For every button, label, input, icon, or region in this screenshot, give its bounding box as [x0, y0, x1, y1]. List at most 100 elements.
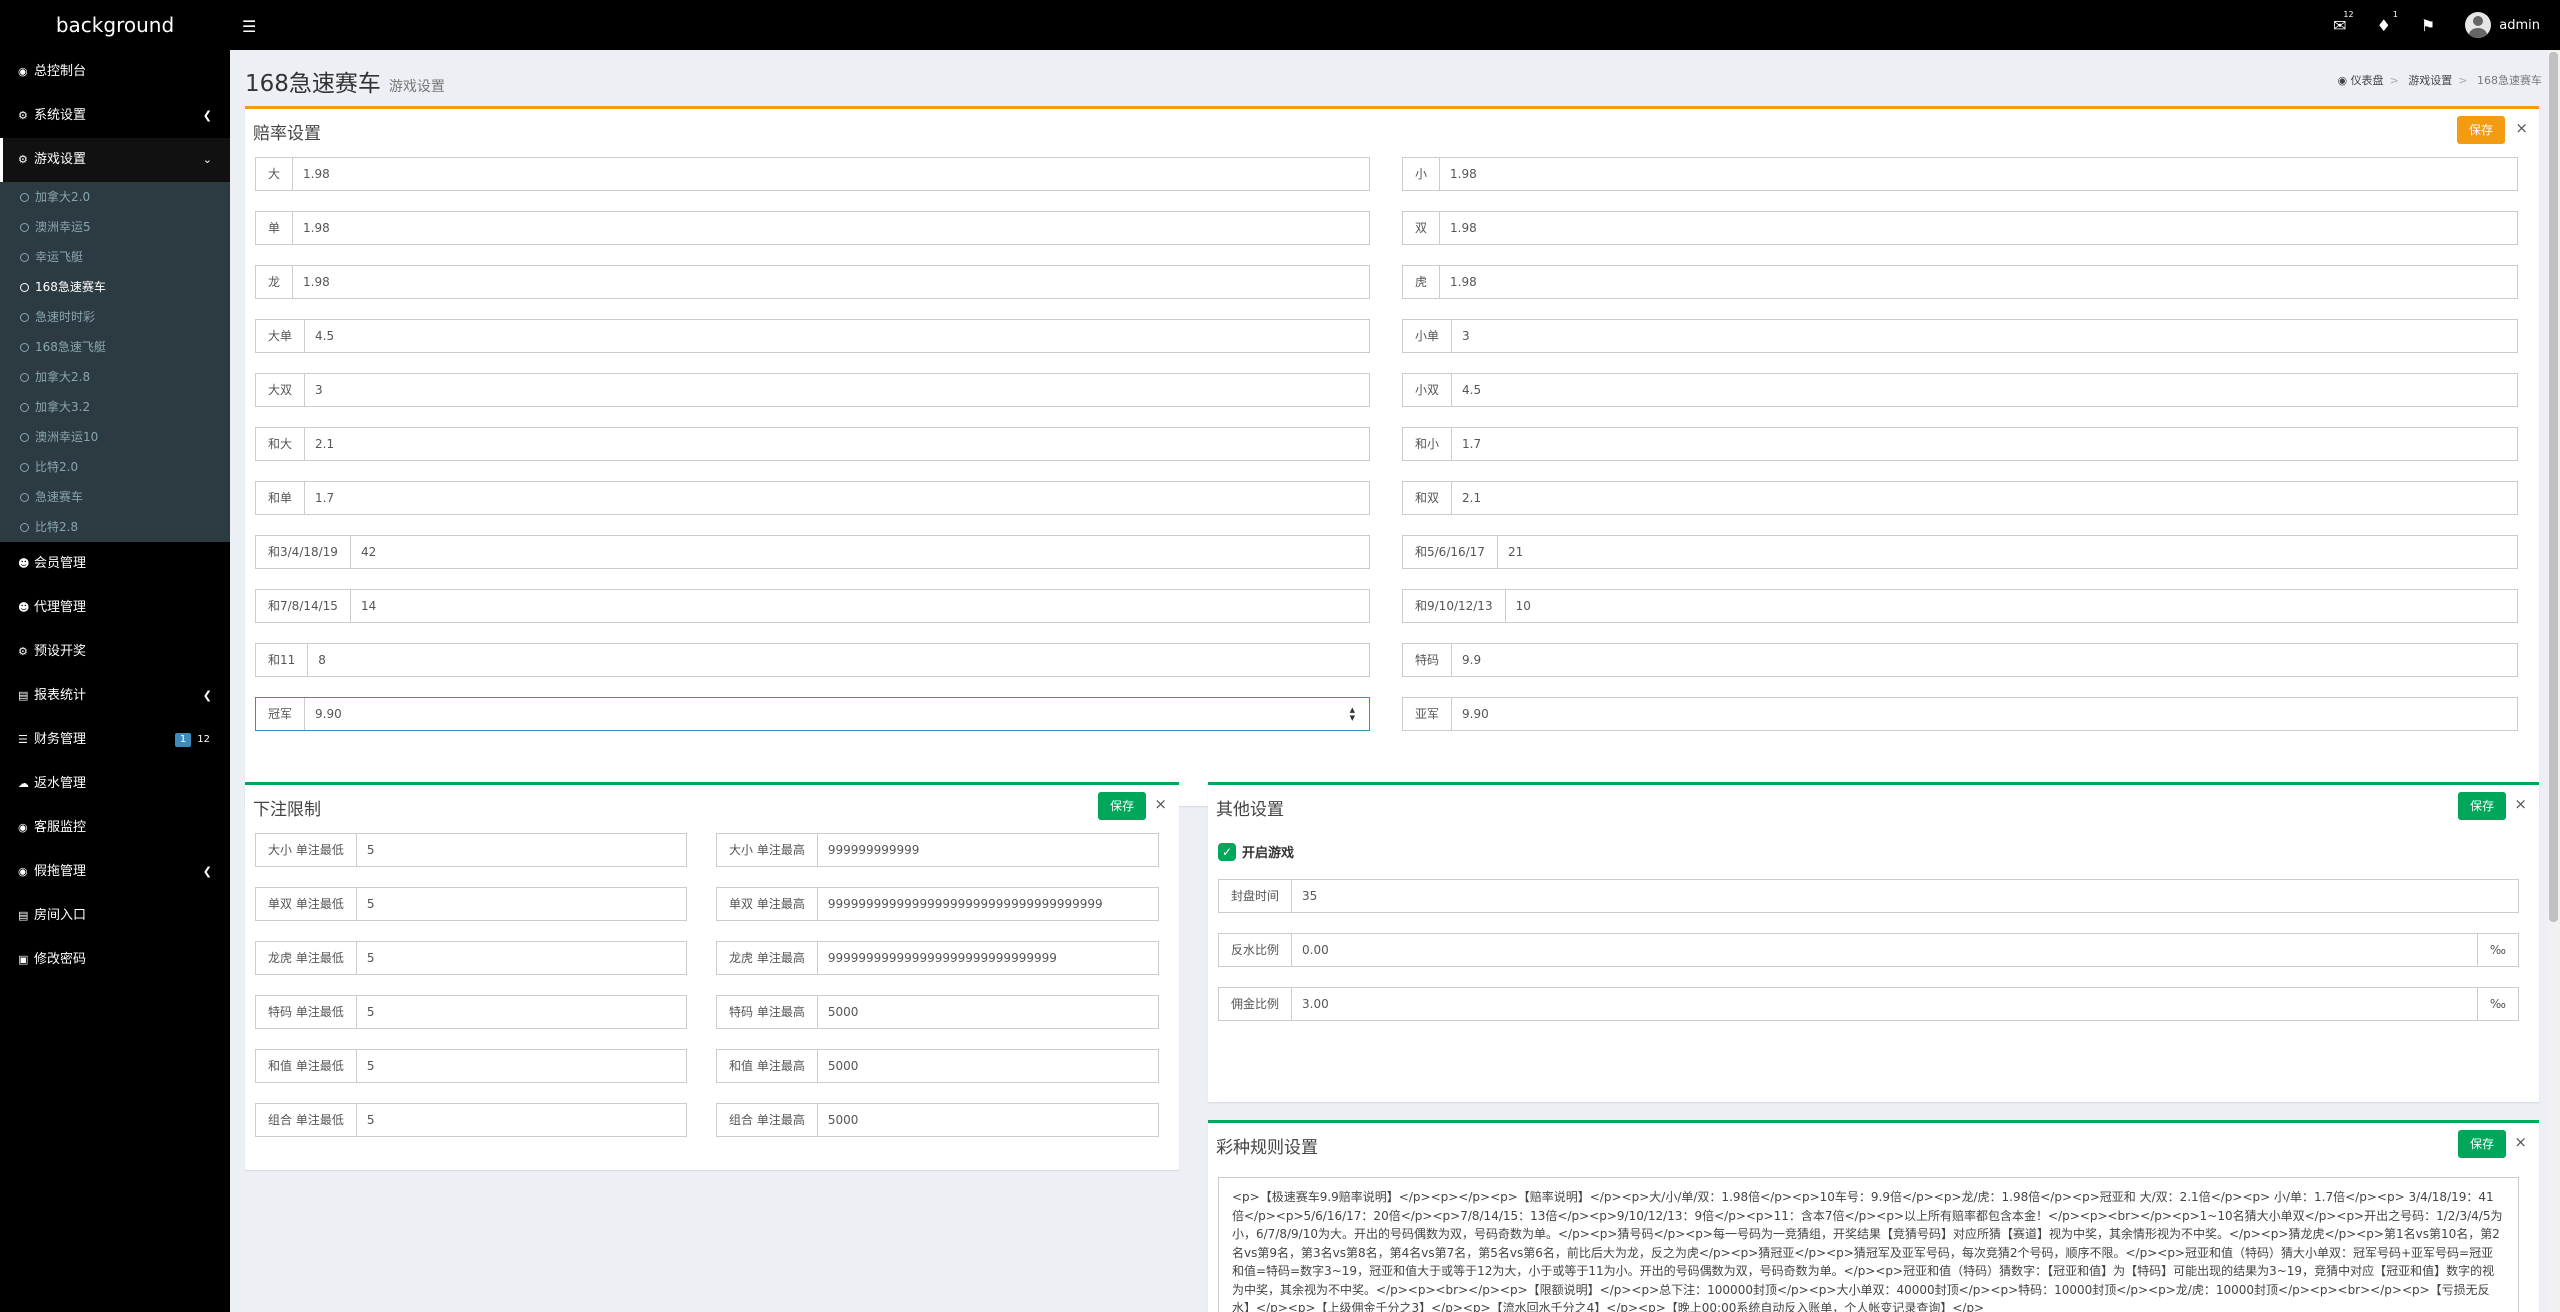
limit-input[interactable]: 5 [357, 1104, 686, 1136]
close-time-input[interactable]: 35 [1292, 880, 2518, 912]
number-spinner-icon[interactable]: ▲ ▼ [1350, 706, 1355, 722]
limit-input[interactable]: 5 [357, 1050, 686, 1082]
odds-field-sum-11[interactable]: 和11 8 [255, 643, 1370, 677]
odds-input[interactable]: 1.98 [1440, 266, 2517, 298]
page-scrollbar[interactable] [2547, 50, 2560, 1312]
odds-save-button[interactable]: 保存 [2456, 116, 2505, 144]
sidebar-item-agents[interactable]: ☻ 代理管理 [0, 586, 230, 630]
limits-close-icon[interactable]: × [1154, 795, 1167, 813]
odds-input[interactable]: 2.1 [1452, 482, 2517, 514]
odds-input[interactable]: 14 [351, 590, 1369, 622]
menu-toggle-icon[interactable]: ☰ [242, 17, 256, 36]
odds-input[interactable]: 8 [308, 644, 1369, 676]
sidebar-item-game[interactable]: ⚙ 游戏设置 ⌄ [0, 138, 230, 182]
odds-input[interactable]: 2.1 [305, 428, 1369, 460]
limit-min-bigsmall[interactable]: 大小 单注最低 5 [255, 833, 687, 867]
close-time-field[interactable]: 封盘时间 35 [1218, 879, 2519, 913]
rebate-ratio-input[interactable]: 0.00 [1292, 934, 2477, 966]
breadcrumb-item[interactable]: 仪表盘 [2351, 74, 2384, 87]
odds-input[interactable]: 9.90 [1452, 698, 2517, 730]
limit-input[interactable]: 999999999999999999999999999999999999 [818, 888, 1158, 920]
scrollbar-thumb[interactable] [2549, 52, 2558, 922]
odds-input[interactable]: 1.98 [1440, 212, 2517, 244]
sidebar-item-rebate[interactable]: ☁ 返水管理 [0, 762, 230, 806]
other-save-button[interactable]: 保存 [2457, 792, 2506, 820]
odds-input[interactable]: 4.5 [1452, 374, 2517, 406]
odds-input[interactable]: 9.90 [305, 698, 1369, 730]
limit-input[interactable]: 5 [357, 942, 686, 974]
odds-field-runner-up[interactable]: 亚军 9.90 [1402, 697, 2518, 731]
limit-input[interactable]: 5000 [818, 996, 1158, 1028]
submenu-item[interactable]: 比特2.0 [0, 452, 230, 482]
rebate-ratio-field[interactable]: 反水比例 0.00 ‰ [1218, 933, 2519, 967]
odds-field-sum-even[interactable]: 和双 2.1 [1402, 481, 2518, 515]
odds-field-champion[interactable]: 冠军 9.90 ▲ ▼ [255, 697, 1370, 731]
odds-input[interactable]: 10 [1506, 590, 2517, 622]
sidebar-item-members[interactable]: ☻ 会员管理 [0, 542, 230, 586]
submenu-item[interactable]: 加拿大2.0 [0, 182, 230, 212]
limit-input[interactable]: 5 [357, 996, 686, 1028]
odds-field-sum-9-10-12-13[interactable]: 和9/10/12/13 10 [1402, 589, 2518, 623]
user-menu[interactable]: admin [2465, 12, 2540, 38]
flag-icon[interactable]: ⚑ [2421, 16, 2435, 35]
enable-game-checkbox[interactable]: ✓ 开启游戏 [1218, 842, 1294, 861]
limit-max-combo[interactable]: 组合 单注最高 5000 [716, 1103, 1159, 1137]
odds-input[interactable]: 21 [1498, 536, 2517, 568]
odds-field-dragon[interactable]: 龙 1.98 [255, 265, 1370, 299]
odds-field-big-odd[interactable]: 大单 4.5 [255, 319, 1370, 353]
submenu-item[interactable]: 澳洲幸运10 [0, 422, 230, 452]
limit-input[interactable]: 999999999999999999999999999999 [818, 942, 1158, 974]
odds-input[interactable]: 1.98 [1440, 158, 2517, 190]
odds-field-small-odd[interactable]: 小单 3 [1402, 319, 2518, 353]
odds-field-special[interactable]: 特码 9.9 [1402, 643, 2518, 677]
check-icon[interactable]: ✓ [1218, 842, 1236, 861]
submenu-item[interactable]: 幸运飞艇 [0, 242, 230, 272]
odds-input[interactable]: 1.98 [293, 266, 1369, 298]
limit-max-dragontiger[interactable]: 龙虎 单注最高 999999999999999999999999999999 [716, 941, 1159, 975]
sidebar-item-room[interactable]: ▤ 房间入口 [0, 894, 230, 938]
submenu-item[interactable]: 加拿大2.8 [0, 362, 230, 392]
odds-field-sum-small[interactable]: 和小 1.7 [1402, 427, 2518, 461]
submenu-item[interactable]: 168急速飞艇 [0, 332, 230, 362]
submenu-item[interactable]: 比特2.8 [0, 512, 230, 542]
limit-min-combo[interactable]: 组合 单注最低 5 [255, 1103, 687, 1137]
limit-input[interactable]: 5 [357, 834, 686, 866]
submenu-item[interactable]: 急速时时彩 [0, 302, 230, 332]
odds-field-even[interactable]: 双 1.98 [1402, 211, 2518, 245]
limit-input[interactable]: 5000 [818, 1104, 1158, 1136]
sidebar-item-preset-draw[interactable]: ⚙ 预设开奖 [0, 630, 230, 674]
odds-field-sum-7-8-14-15[interactable]: 和7/8/14/15 14 [255, 589, 1370, 623]
odds-input[interactable]: 1.7 [1452, 428, 2517, 460]
sidebar-item-finance[interactable]: ☰ 财务管理 1 12 [0, 718, 230, 762]
submenu-item[interactable]: 急速赛车 [0, 482, 230, 512]
odds-field-tiger[interactable]: 虎 1.98 [1402, 265, 2518, 299]
sidebar-item-system[interactable]: ⚙ 系统设置 ❮ [0, 94, 230, 138]
limit-min-oddeven[interactable]: 单双 单注最低 5 [255, 887, 687, 921]
odds-field-sum-3-4-18-19[interactable]: 和3/4/18/19 42 [255, 535, 1370, 569]
odds-input[interactable]: 1.7 [305, 482, 1369, 514]
odds-field-small[interactable]: 小 1.98 [1402, 157, 2518, 191]
limit-min-special[interactable]: 特码 单注最低 5 [255, 995, 687, 1029]
limit-input[interactable]: 5000 [818, 1050, 1158, 1082]
odds-field-sum-5-6-16-17[interactable]: 和5/6/16/17 21 [1402, 535, 2518, 569]
odds-field-big-even[interactable]: 大双 3 [255, 373, 1370, 407]
odds-field-sum-big[interactable]: 和大 2.1 [255, 427, 1370, 461]
bell-icon[interactable]: ♦ 1 [2377, 10, 2398, 35]
odds-input[interactable]: 3 [305, 374, 1369, 406]
breadcrumb-item[interactable]: 游戏设置 [2408, 74, 2452, 87]
odds-input[interactable]: 3 [1452, 320, 2517, 352]
commission-ratio-field[interactable]: 佣金比例 3.00 ‰ [1218, 987, 2519, 1021]
odds-input[interactable]: 1.98 [293, 212, 1369, 244]
logo[interactable]: background [0, 0, 230, 50]
limit-input[interactable]: 999999999999 [818, 834, 1158, 866]
odds-field-small-even[interactable]: 小双 4.5 [1402, 373, 2518, 407]
odds-input[interactable]: 1.98 [293, 158, 1369, 190]
sidebar-item-password[interactable]: ▣ 修改密码 [0, 938, 230, 982]
limit-max-bigsmall[interactable]: 大小 单注最高 999999999999 [716, 833, 1159, 867]
rules-textarea[interactable]: <p>【极速赛车9.9赔率说明】</p><p></p><p>【赔率说明】</p>… [1218, 1177, 2519, 1312]
limits-save-button[interactable]: 保存 [1097, 792, 1146, 820]
submenu-item[interactable]: 加拿大3.2 [0, 392, 230, 422]
odds-field-sum-odd[interactable]: 和单 1.7 [255, 481, 1370, 515]
limit-min-dragontiger[interactable]: 龙虎 单注最低 5 [255, 941, 687, 975]
submenu-item-active[interactable]: 168急速赛车 [0, 272, 230, 302]
